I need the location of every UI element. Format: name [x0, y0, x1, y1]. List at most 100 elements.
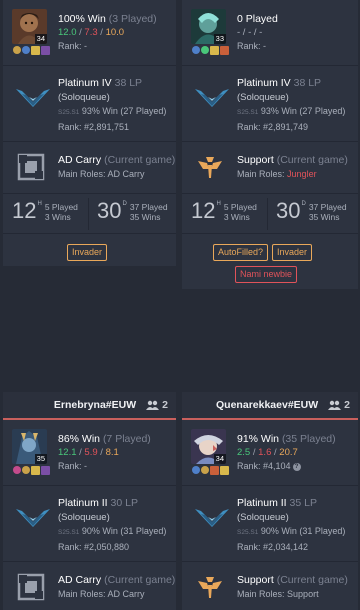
ranked-row: Platinum IV 38 LP (Soloqueue) S25.S1 93%… — [182, 66, 358, 142]
main-role-value: AD Carry — [107, 169, 145, 179]
win-rate-line: 100% Win (3 Played) — [58, 13, 157, 25]
hours-stat: 12 H 5 Played 3 Wins — [191, 198, 257, 223]
win-rate-line: 86% Win (7 Played) — [58, 433, 151, 445]
queue-type: (Soloqueue) — [58, 92, 110, 103]
tags-row-2: Nami newbie — [235, 266, 298, 283]
tag-invader[interactable]: Invader — [272, 244, 313, 261]
champion-level: 34 — [34, 34, 47, 44]
tag-invader[interactable]: Invader — [67, 244, 108, 261]
tags-row: Invader — [67, 244, 108, 261]
platinum-emblem-icon — [16, 505, 50, 534]
main-roles: Main Roles: Jungler — [237, 169, 317, 179]
ranked-row: Platinum II 30 LP (Soloqueue) S25.S1 90%… — [3, 486, 176, 562]
champion-level: 35 — [34, 454, 47, 464]
tier-title: Platinum IV 38 LP — [58, 77, 142, 89]
role-title: AD Carry (Current game) — [58, 154, 175, 166]
champion-portrait[interactable]: 33 — [191, 9, 226, 44]
ignite-summoner-icon — [210, 466, 219, 475]
ignite-summoner-icon — [220, 46, 229, 55]
days-stat: 30 D 37 Played 35 Wins — [97, 198, 168, 223]
tag-champion-newbie[interactable]: Nami newbie — [235, 266, 298, 283]
games-played: (3 Played) — [108, 13, 157, 25]
rune-secondary-icon — [22, 46, 30, 54]
player-header: Quenarekkaev#EUW 2 — [182, 392, 358, 420]
player-card-quenarekkaev: Quenarekkaev#EUW 2 34 91% Win (35 Played… — [182, 392, 358, 610]
champion-portrait[interactable]: 35 — [12, 429, 47, 464]
role-title: AD Carry (Current game) — [58, 574, 176, 586]
flash-summoner-icon — [220, 466, 229, 475]
summoner-name[interactable]: Quenarekkaev#EUW — [216, 399, 318, 411]
role-row: Support (Current game) Main Roles: Jungl… — [182, 142, 358, 194]
ladder-rank: Rank: #2,034,142 — [237, 542, 309, 552]
season-record: 93% Win (27 Played) — [81, 106, 167, 116]
cleanse-summoner-icon — [41, 466, 50, 475]
win-rate-line: 91% Win (35 Played) — [237, 433, 336, 445]
champion-rank: Rank: - — [58, 461, 88, 471]
premade-group: 2 — [328, 399, 350, 411]
flash-summoner-icon — [31, 466, 40, 475]
group-icon — [146, 400, 160, 410]
champion-portrait[interactable]: 34 — [12, 9, 47, 44]
days-stat: 30 D 37 Played 35 Wins — [276, 198, 347, 223]
rune-summoner-row — [192, 466, 229, 475]
tags-row: AutoFilled? Invader — [213, 244, 313, 261]
support-role-icon — [196, 153, 224, 184]
rune-secondary-icon — [201, 466, 209, 474]
season-record-line: S25.S1 93% Win (27 Played) — [58, 106, 166, 116]
queue-type: (Soloqueue) — [58, 512, 110, 523]
rune-summoner-row — [13, 46, 50, 55]
main-role-value: Jungler — [287, 169, 317, 179]
help-icon[interactable]: ? — [292, 462, 301, 471]
platinum-emblem-icon — [195, 505, 229, 534]
divider — [267, 198, 268, 230]
rune-primary-icon — [13, 466, 21, 474]
ranked-row: Platinum IV 38 LP (Soloqueue) S25.S1 93%… — [3, 66, 176, 142]
champion-rank: Rank: - — [58, 41, 88, 51]
player-card-ernebryna: Ernebryna#EUW 2 35 86% Win (7 Played) 12… — [3, 392, 176, 610]
role-current: (Current game) — [104, 154, 176, 166]
ladder-rank: Rank: #2,891,751 — [58, 122, 130, 132]
divider — [88, 198, 89, 230]
group-count: 2 — [162, 399, 168, 411]
kda-line: - / - / - — [237, 27, 263, 38]
champion-portrait[interactable]: 34 — [191, 429, 226, 464]
ladder-rank: Rank: #2,050,880 — [58, 542, 130, 552]
rune-primary-icon — [192, 46, 200, 54]
main-roles: Main Roles: Support — [237, 589, 319, 599]
activity-stats-row: 12 H 5 Played 3 Wins 30 D 37 Played 35 Wins — [3, 194, 176, 234]
champion-row: 34 100% Win (3 Played) 12.0 / 7.3 / 10.0… — [3, 0, 176, 66]
win-rate-line: 0 Played — [237, 13, 278, 25]
tier-title: Platinum II 30 LP — [58, 497, 138, 509]
role-row: AD Carry (Current game) Main Roles: AD C… — [3, 562, 176, 610]
queue-type: (Soloqueue) — [237, 92, 289, 103]
kda-kills: 12.0 — [58, 27, 77, 38]
season-label: S25.S1 — [58, 109, 80, 116]
platinum-emblem-icon — [16, 85, 50, 114]
rune-primary-icon — [13, 46, 21, 54]
summoner-name[interactable]: Ernebryna#EUW — [54, 399, 136, 411]
adc-role-icon — [17, 153, 45, 184]
tier-title: Platinum II 35 LP — [237, 497, 317, 509]
group-icon — [328, 400, 342, 410]
champion-level: 33 — [213, 34, 226, 44]
player-card-support-top: 33 0 Played - / - / - Rank: - Platinum I… — [182, 0, 358, 289]
champion-rank: Rank: #4,104? — [237, 461, 301, 471]
kda-line: 12.0 / 7.3 / 10.0 — [58, 27, 125, 38]
main-roles: Main Roles: AD Carry — [58, 169, 145, 179]
kda-assists: 10.0 — [105, 27, 125, 38]
activity-stats-row: 12 H 5 Played 3 Wins 30 D 37 Played 35 Wins — [182, 194, 358, 234]
champion-level: 34 — [213, 454, 226, 464]
rune-summoner-row — [192, 46, 229, 55]
main-roles: Main Roles: AD Carry — [58, 589, 145, 599]
premade-group: 2 — [146, 399, 168, 411]
champion-row: 33 0 Played - / - / - Rank: - — [182, 0, 358, 66]
tag-autofilled[interactable]: AutoFilled? — [213, 244, 269, 261]
win-rate: 0 Played — [237, 13, 278, 25]
role-name: AD Carry — [58, 154, 102, 166]
group-count: 2 — [344, 399, 350, 411]
rune-primary-icon — [192, 466, 200, 474]
player-header: Ernebryna#EUW 2 — [3, 392, 176, 420]
platinum-emblem-icon — [195, 85, 229, 114]
rune-secondary-icon — [201, 46, 209, 54]
tier-title: Platinum IV 38 LP — [237, 77, 322, 89]
